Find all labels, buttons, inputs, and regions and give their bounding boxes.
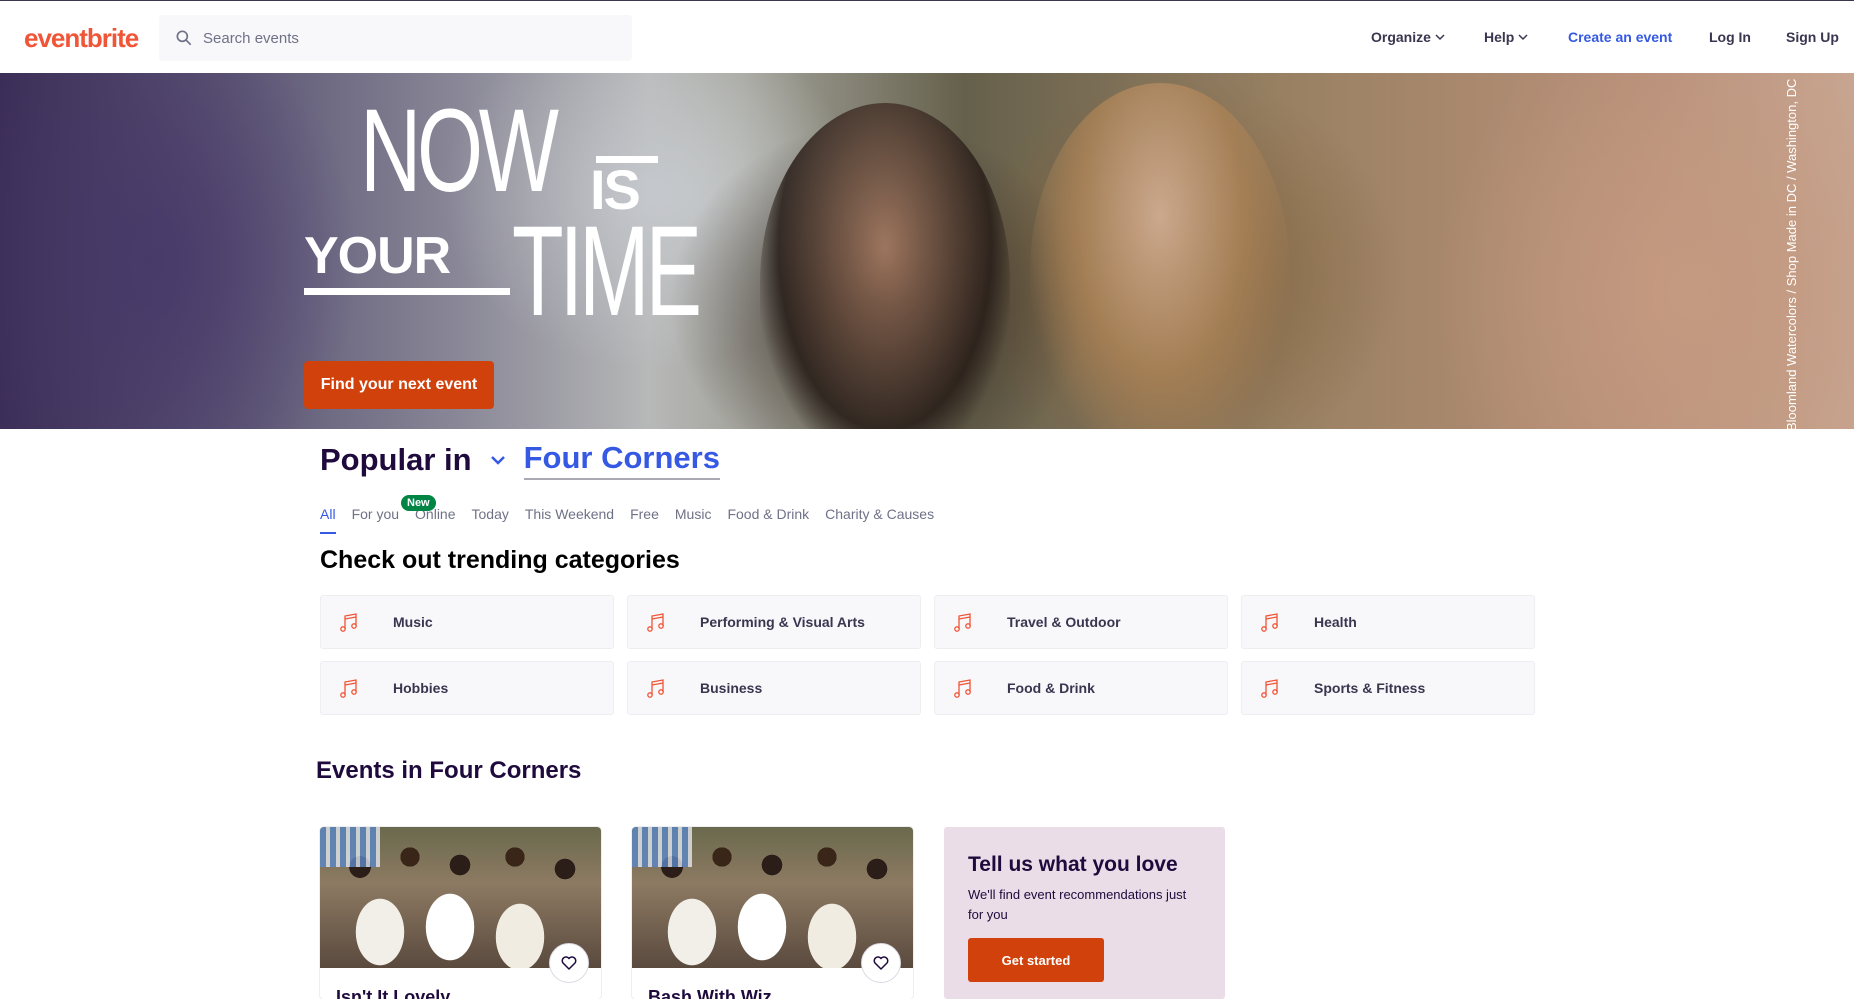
popular-in-selector: Popular in Four Corners [320, 440, 720, 480]
promo-description: We'll find event recommendations just fo… [968, 887, 1187, 922]
events-section-title: Events in Four Corners [316, 757, 582, 784]
popular-in-label: Popular in [320, 442, 472, 477]
trending-categories-title: Check out trending categories [320, 546, 680, 574]
tab-today[interactable]: Today [472, 506, 509, 534]
category-card-performing-visual-arts[interactable]: Performing & Visual Arts [627, 595, 921, 649]
heart-icon [873, 956, 889, 970]
music-note-icon [954, 679, 971, 698]
favorite-button[interactable] [861, 943, 901, 983]
hero-banner: Bloomland Watercolors / Shop Made in DC … [0, 73, 1854, 429]
sign-up-link[interactable]: Sign Up [1786, 29, 1839, 45]
new-badge: New [401, 495, 436, 511]
tab-food-drink[interactable]: Food & Drink [727, 506, 809, 534]
event-title[interactable]: Bash With Wiz [648, 987, 772, 999]
music-note-icon [647, 679, 664, 698]
music-note-icon [1261, 613, 1278, 632]
location-picker[interactable]: Four Corners [523, 440, 720, 480]
promo-title: Tell us what you love [968, 853, 1178, 876]
search-bar[interactable] [159, 15, 632, 61]
organize-menu[interactable]: Organize [1371, 29, 1445, 45]
organize-label: Organize [1371, 29, 1431, 45]
event-card[interactable]: Bash With Wiz [632, 827, 913, 999]
category-label: Performing & Visual Arts [700, 614, 865, 630]
favorite-button[interactable] [549, 943, 589, 983]
music-note-icon [340, 613, 357, 632]
music-note-icon [340, 679, 357, 698]
tab-for-you[interactable]: For you [352, 506, 399, 534]
category-label: Health [1314, 614, 1357, 630]
heart-icon [561, 956, 577, 970]
category-label: Travel & Outdoor [1007, 614, 1121, 630]
chevron-down-icon[interactable] [488, 450, 508, 470]
event-title[interactable]: Isn't It Lovely [336, 987, 450, 999]
chevron-down-icon [1435, 34, 1445, 41]
music-note-icon [1261, 679, 1278, 698]
tab-all[interactable]: All [320, 506, 336, 534]
category-card-sports-fitness[interactable]: Sports & Fitness [1241, 661, 1535, 715]
tab-charity-causes[interactable]: Charity & Causes [825, 506, 934, 534]
find-next-event-button[interactable]: Find your next event [304, 361, 494, 409]
category-label: Music [393, 614, 433, 630]
tab-free[interactable]: Free [630, 506, 659, 534]
category-card-hobbies[interactable]: Hobbies [320, 661, 614, 715]
category-label: Sports & Fitness [1314, 680, 1426, 696]
help-menu[interactable]: Help [1484, 29, 1528, 45]
headline-now: NOW [360, 85, 559, 217]
create-event-link[interactable]: Create an event [1568, 29, 1672, 45]
eventbrite-logo[interactable]: eventbrite [24, 23, 139, 54]
headline-time: TIME [512, 200, 702, 343]
headline-your: YOUR [304, 227, 451, 285]
search-icon [176, 30, 192, 46]
photo-caption: Bloomland Watercolors / Shop Made in DC … [1784, 78, 1799, 429]
category-label: Hobbies [393, 680, 449, 696]
category-card-travel-outdoor[interactable]: Travel & Outdoor [934, 595, 1228, 649]
tab-music[interactable]: Music [675, 506, 712, 534]
recommendations-promo: Tell us what you love We'll find event r… [944, 827, 1225, 999]
help-label: Help [1484, 29, 1515, 45]
tab-this-weekend[interactable]: This Weekend [525, 506, 614, 534]
category-label: Business [700, 680, 763, 696]
event-card[interactable]: Isn't It Lovely [320, 827, 601, 999]
category-card-music[interactable]: Music [320, 595, 614, 649]
music-note-icon [647, 613, 664, 632]
category-card-business[interactable]: Business [627, 661, 921, 715]
get-started-button[interactable]: Get started [968, 938, 1104, 982]
top-header: eventbrite Organize Help Create an event… [0, 0, 1854, 73]
music-note-icon [954, 613, 971, 632]
search-input[interactable] [203, 15, 623, 61]
category-label: Food & Drink [1007, 680, 1095, 696]
log-in-link[interactable]: Log In [1709, 29, 1751, 45]
category-card-health[interactable]: Health [1241, 595, 1535, 649]
hero-headline: NOW IS YOUR TIME [300, 92, 750, 360]
category-card-food-drink[interactable]: Food & Drink [934, 661, 1228, 715]
chevron-down-icon [1518, 34, 1528, 41]
